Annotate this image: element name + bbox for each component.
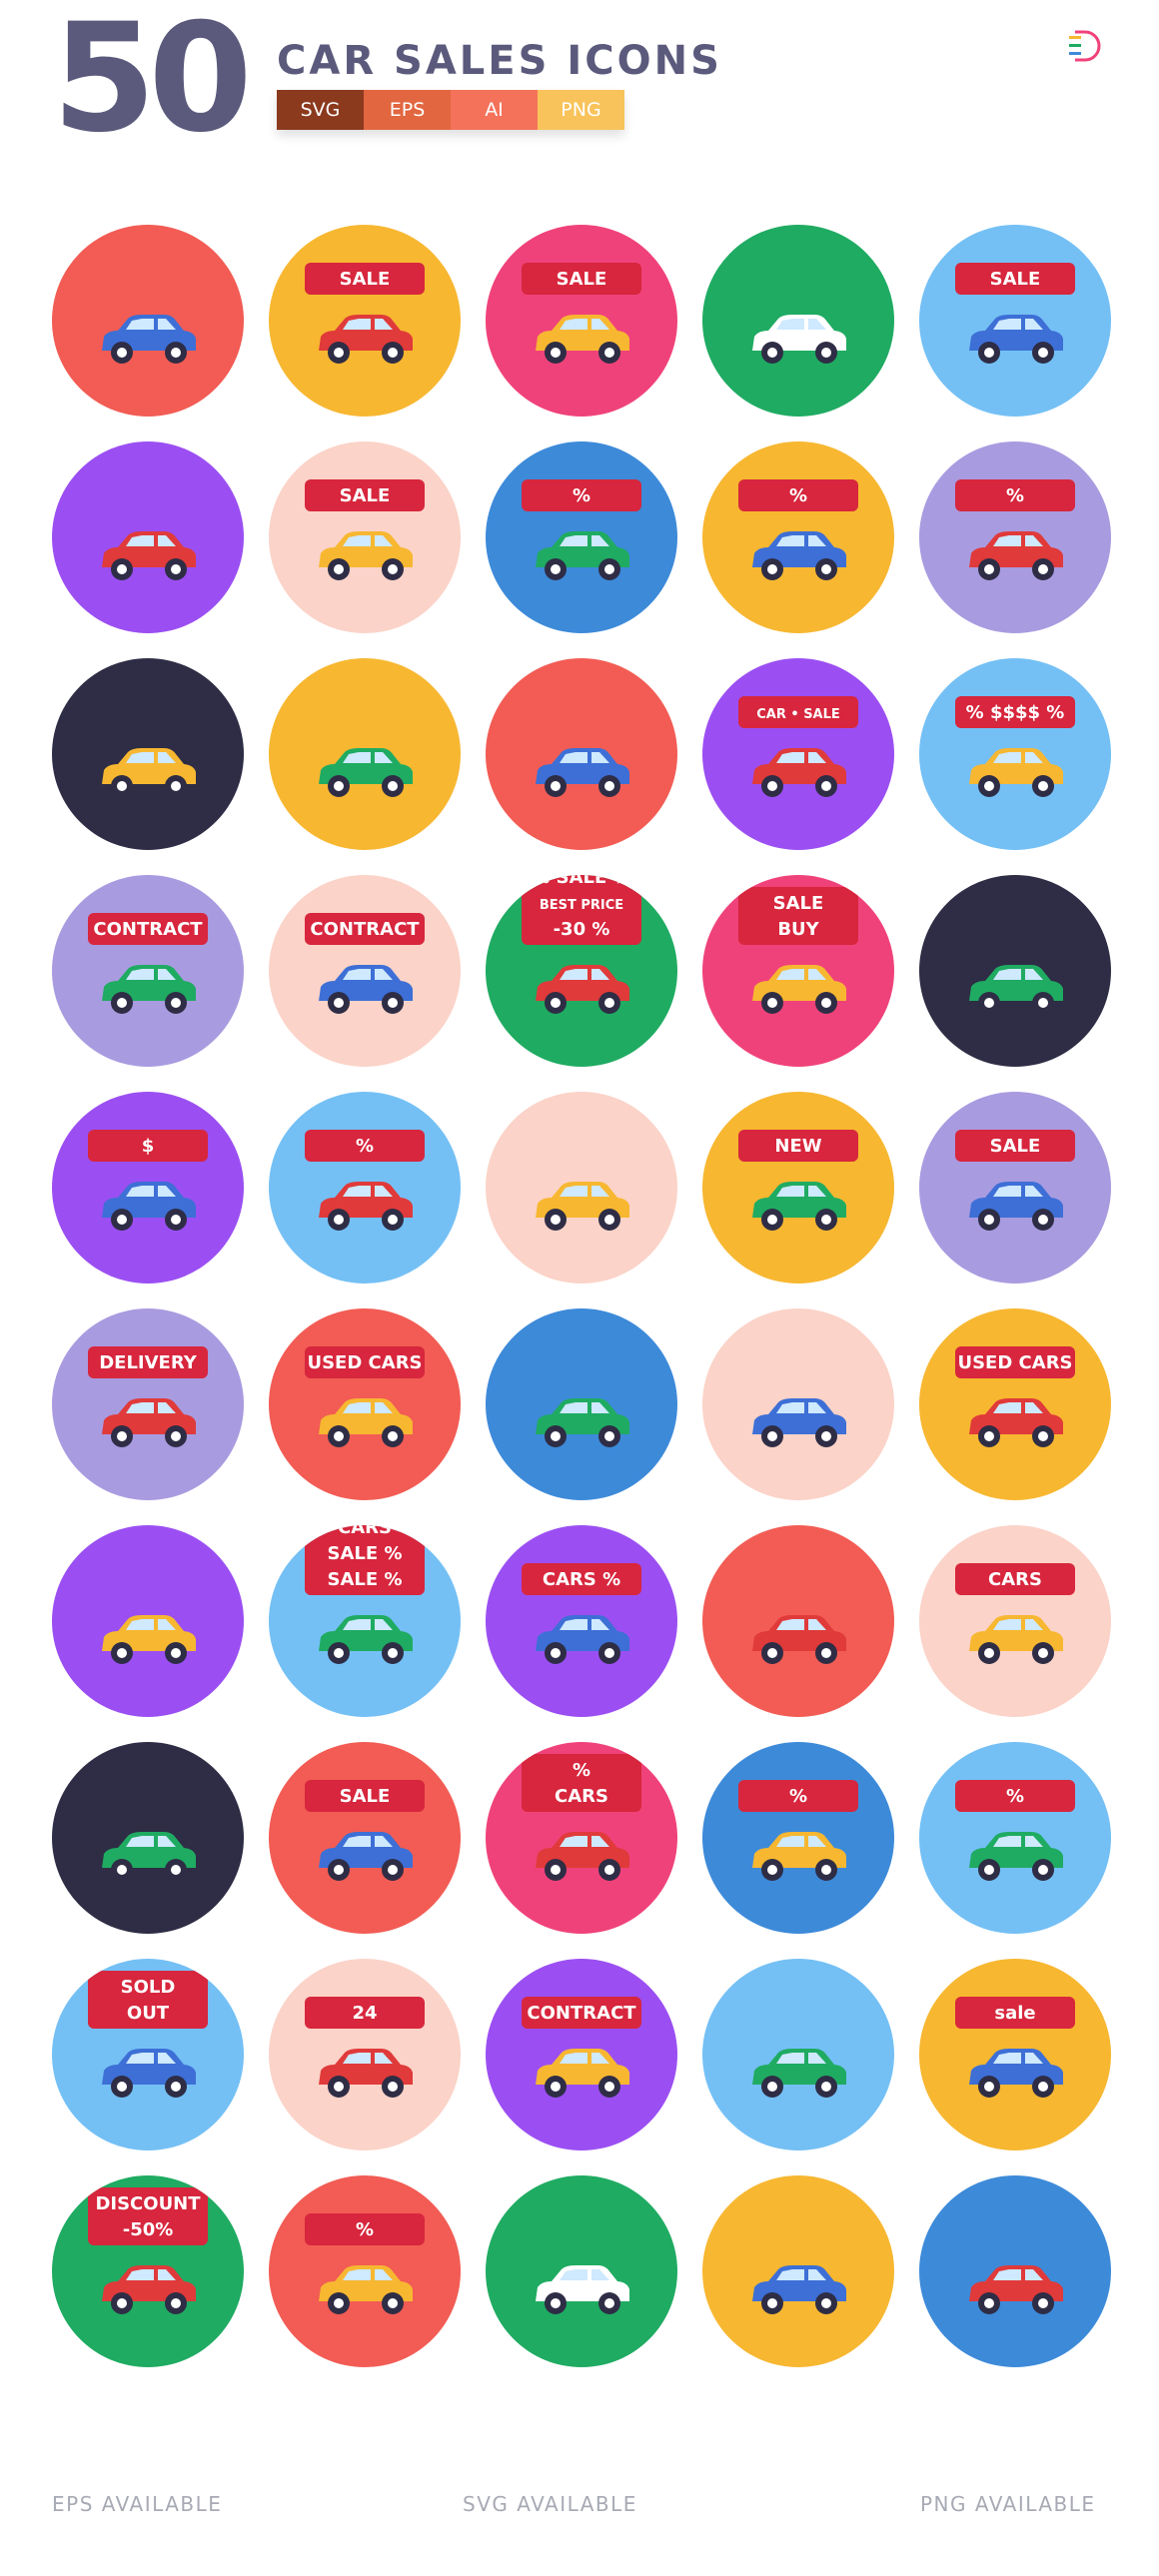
car-sale-banner-lot-icon: CAR • SALE	[702, 658, 894, 850]
cars-price-tag-icon: CARS %	[486, 1525, 677, 1717]
used-cars-lot-icon: USED CARS	[919, 1308, 1111, 1500]
sold-out-camper-icon: SOLD OUT	[52, 1959, 244, 2150]
sale-billboard-icon: SALE	[919, 1092, 1111, 1284]
sale-delivery-truck-icon: SALE	[269, 441, 461, 633]
cars-shop-discount-pin-label: CARS	[555, 1786, 608, 1807]
monitor-sale-best-price-label: BEST PRICE	[540, 898, 623, 913]
hand-with-car-key-icon	[486, 658, 677, 850]
car-in-garage-door-icon	[702, 1308, 894, 1500]
new-convertible-icon: NEW	[702, 1092, 894, 1284]
salesman-avatar-icon	[52, 441, 244, 633]
discount-convertible-label: DISCOUNT	[95, 2193, 201, 2214]
icon-grid: SALE SALE SALE SALE % % % CAR • SALE % $…	[0, 0, 1159, 2397]
car-dollar-pin-icon: $	[52, 1092, 244, 1284]
car-key-sale-tag-label: SALE	[557, 269, 607, 290]
sale-flags-car-label: SALE	[340, 1786, 391, 1807]
delivery-container-label: DELIVERY	[99, 1352, 198, 1373]
price-down-car-icon: %	[702, 1742, 894, 1934]
sold-out-camper-label: SOLD	[121, 1977, 176, 1998]
phone-sale-buy-label: BUY	[777, 919, 819, 940]
car-key-discount-tag-icon: %	[919, 441, 1111, 633]
car-sale-tag-red-icon: SALE	[919, 225, 1111, 417]
cars-shop-discount-pin-icon: % CARS	[486, 1742, 677, 1934]
finger-select-car-icon	[52, 1742, 244, 1934]
sale-balloons-label: SALE %	[328, 1569, 403, 1590]
discount-convertible-icon: DISCOUNT -50%	[52, 2175, 244, 2367]
car-key-discount-tag-label: %	[1006, 485, 1024, 506]
hand-offering-car-icon	[269, 658, 461, 850]
phone-sale-buy-label: SALE	[773, 893, 824, 914]
car-discount-pin-icon: %	[919, 1742, 1111, 1934]
hand-car-and-key-icon	[486, 2175, 677, 2367]
electric-car-battery-icon	[702, 1525, 894, 1717]
new-convertible-label: NEW	[774, 1136, 821, 1157]
used-cars-showroom-label: USED CARS	[307, 1352, 422, 1373]
footer-png-available: PNG AVAILABLE	[920, 2492, 1096, 2516]
money-and-car-key-icon	[919, 875, 1111, 1067]
cars-price-tag-label: CARS %	[543, 1569, 620, 1590]
online-car-purchase-label: %	[789, 485, 807, 506]
contract-with-card-label: CONTRACT	[527, 2003, 636, 2024]
car-insurance-shield-icon	[52, 1525, 244, 1717]
contract-with-card-icon: CONTRACT	[486, 1959, 677, 2150]
phone-sale-buy-icon: SALE BUY	[702, 875, 894, 1067]
delivery-container-icon: DELIVERY	[52, 1308, 244, 1500]
24-hour-support-phone-label: 24	[352, 2003, 377, 2024]
car-discount-percent-label: %	[573, 485, 590, 506]
car-sale-banner-lot-label: CAR • SALE	[756, 707, 840, 722]
car-sale-tag-label: SALE	[340, 269, 391, 290]
used-cars-showroom-icon: USED CARS	[269, 1308, 461, 1500]
monitor-sale-best-price-icon: % SALE % BEST PRICE -30 %	[486, 875, 677, 1067]
24-hour-support-phone-icon: 24	[269, 1959, 461, 2150]
online-car-rating-icon	[702, 2175, 894, 2367]
sold-out-camper-label: OUT	[127, 2003, 170, 2024]
car-dollar-pin-label: $	[142, 1136, 155, 1157]
car-key-sale-tag-icon: SALE	[486, 225, 677, 417]
car-sale-tag-red-label: SALE	[990, 269, 1041, 290]
cars-dealership-label: CARS	[988, 1569, 1042, 1590]
sale-balloons-label: SALE %	[328, 1543, 403, 1564]
cars-shop-discount-pin-label: %	[573, 1760, 590, 1781]
hand-holding-car-key-icon	[52, 225, 244, 417]
contract-with-pen-icon: CONTRACT	[269, 875, 461, 1067]
clipboard-discount-label: %	[356, 2219, 374, 2240]
discount-convertible-label: -50%	[123, 2219, 174, 2240]
cars-dealership-icon: CARS	[919, 1525, 1111, 1717]
monitor-sale-best-price-label: % SALE %	[532, 875, 630, 888]
car-sale-tag-icon: SALE	[269, 225, 461, 417]
hand-discount-badge-icon: %	[269, 1092, 461, 1284]
contract-with-pen-label: CONTRACT	[310, 919, 420, 940]
contract-with-cash-icon: CONTRACT	[52, 875, 244, 1067]
sale-coupon-label: sale	[994, 2003, 1035, 2024]
cash-and-credit-card-icon	[702, 1959, 894, 2150]
sale-balloons-label: CARS	[338, 1525, 392, 1538]
clipboard-discount-icon: %	[269, 2175, 461, 2367]
car-garage-icon	[486, 1308, 677, 1500]
used-cars-lot-label: USED CARS	[957, 1352, 1072, 1373]
car-price-sign-icon: % $$$$ %	[919, 658, 1111, 850]
footer-svg-available: SVG AVAILABLE	[463, 2492, 637, 2516]
cash-for-key-exchange-icon	[919, 2175, 1111, 2367]
footer-eps-available: EPS AVAILABLE	[52, 2492, 223, 2516]
sale-delivery-truck-label: SALE	[340, 485, 391, 506]
monitor-sale-best-price-label: -30 %	[554, 919, 610, 940]
car-into-basket-icon	[486, 1092, 677, 1284]
sale-flags-car-icon: SALE	[269, 1742, 461, 1934]
sale-balloons-icon: CARS SALE % SALE %	[269, 1525, 461, 1717]
contract-with-cash-label: CONTRACT	[93, 919, 203, 940]
price-down-car-label: %	[789, 1786, 807, 1807]
hand-discount-badge-label: %	[356, 1136, 374, 1157]
car-discount-pin-label: %	[1006, 1786, 1024, 1807]
car-discount-percent-icon: %	[486, 441, 677, 633]
sale-coupon-icon: sale	[919, 1959, 1111, 2150]
car-deal-handshake-icon	[702, 225, 894, 417]
car-price-sign-label: % $$$$ %	[966, 702, 1065, 723]
sale-billboard-label: SALE	[990, 1136, 1041, 1157]
saleswoman-avatar-icon	[52, 658, 244, 850]
online-car-purchase-icon: %	[702, 441, 894, 633]
